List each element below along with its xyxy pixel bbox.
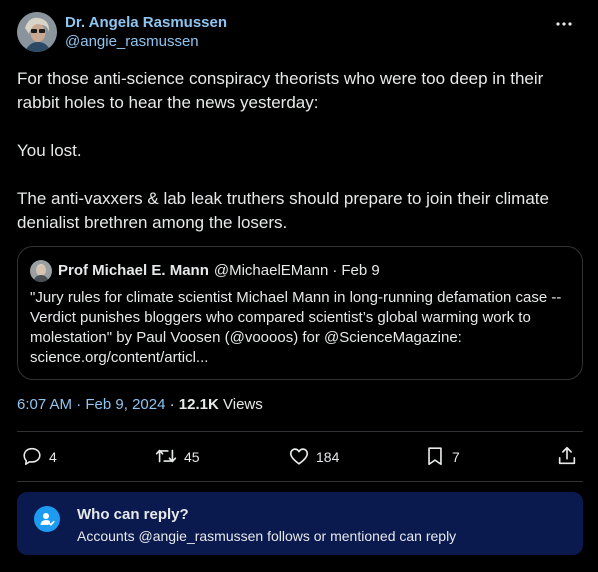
quoted-author-avatar [30,260,52,282]
author-display-name[interactable]: Dr. Angela Rasmussen [65,13,227,32]
reply-count: 4 [49,449,57,465]
repost-icon [154,445,178,470]
reply-button[interactable]: 4 [21,444,57,470]
reply-icon [21,445,43,470]
tweet-date[interactable]: Feb 9, 2024 [85,396,165,413]
repost-count: 45 [184,449,200,465]
views-count: 12.1K [178,396,219,413]
repost-button[interactable]: 45 [154,444,200,470]
divider [17,481,583,482]
tweet-paragraph: The anti-vaxxers & lab leak truthers sho… [17,189,549,232]
tweet-time[interactable]: 6:07 AM [17,396,72,413]
share-button[interactable] [556,444,578,470]
quoted-author-handle: @MichaelEMann [213,262,329,279]
more-icon[interactable] [554,14,574,34]
bookmark-icon [424,445,446,470]
author-handle[interactable]: @angie_rasmussen [65,32,227,52]
like-count: 184 [316,449,340,465]
tweet-text: For those anti-science conspiracy theori… [17,67,583,235]
like-icon [288,445,310,470]
reply-restriction-description: Accounts @angie_rasmussen follows or men… [77,528,457,544]
views-label: Views [223,396,263,413]
tweet-paragraph: You lost. [17,141,82,160]
share-icon [556,445,578,470]
quoted-separator: · [332,262,338,279]
author-avatar[interactable] [17,12,57,52]
meta-separator: · [76,396,82,413]
quoted-tweet-text: "Jury rules for climate scientist Michae… [30,289,562,366]
quoted-author-name: Prof Michael E. Mann [58,262,209,279]
bookmark-count: 7 [452,449,460,465]
action-bar: 4 45 184 7 [17,444,583,470]
like-button[interactable]: 184 [288,444,339,470]
quoted-tweet[interactable]: Prof Michael E. Mann @MichaelEMann · Feb… [17,246,583,380]
reply-restriction-banner: Who can reply? Accounts @angie_rasmussen… [17,492,583,555]
quoted-tweet-header: Prof Michael E. Mann @MichaelEMann · Feb… [30,260,380,282]
tweet-paragraph: For those anti-science conspiracy theori… [17,69,544,112]
tweet-meta: 6:07 AM · Feb 9, 2024 · 12.1K Views [17,395,263,415]
reply-restriction-title: Who can reply? [77,506,189,523]
meta-separator: · [169,396,175,413]
divider [17,431,583,432]
quoted-date: Feb 9 [341,262,380,279]
tweet-header: Dr. Angela Rasmussen @angie_rasmussen [17,12,582,54]
user-icon [34,506,60,532]
bookmark-button[interactable]: 7 [424,444,460,470]
